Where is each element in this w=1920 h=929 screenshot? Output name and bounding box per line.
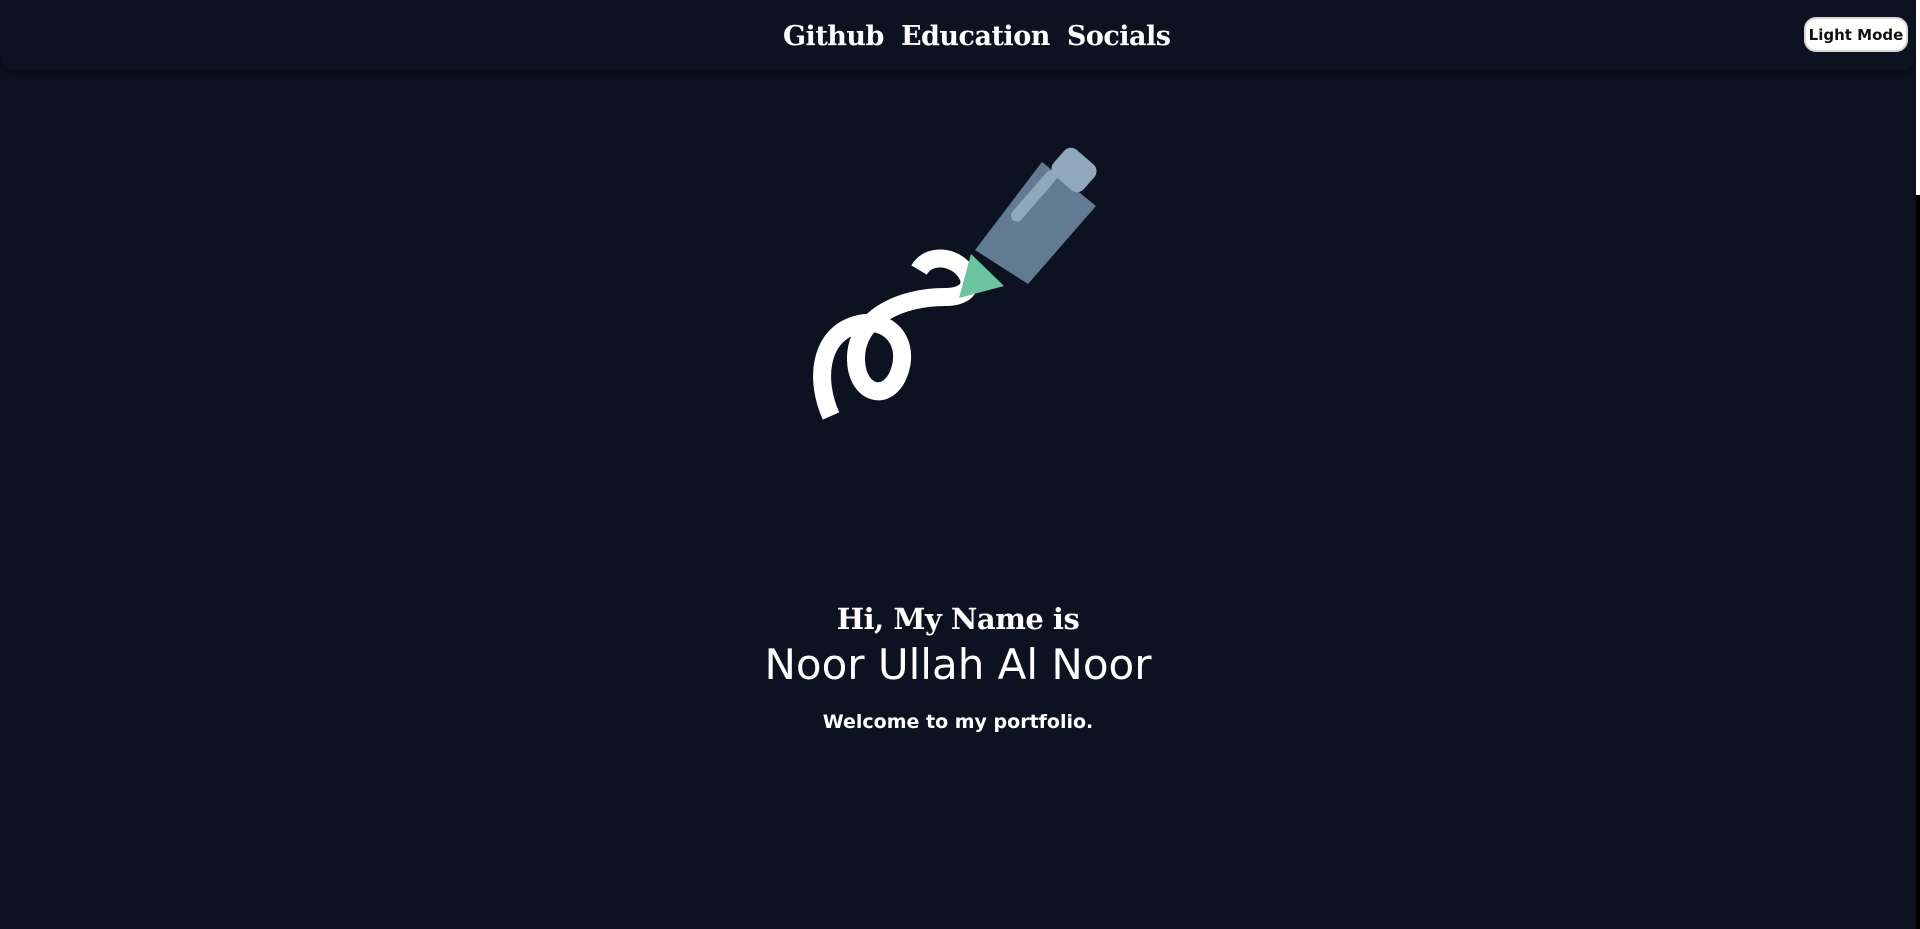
hero-name: Noor Ullah Al Noor	[764, 639, 1152, 689]
portfolio-page: Github Education Socials Light Mode Hi, …	[0, 0, 1920, 929]
scribble-stroke	[813, 249, 979, 420]
nav-socials-link[interactable]: Socials	[1067, 23, 1171, 50]
light-mode-toggle-button[interactable]: Light Mode	[1804, 17, 1908, 52]
hero-intro: Hi, My Name is Noor Ullah Al Noor Welcom…	[0, 602, 1916, 734]
hero-greeting: Hi, My Name is	[836, 602, 1080, 636]
pencil-icon	[959, 147, 1097, 298]
nav-education-link[interactable]: Education	[901, 23, 1050, 50]
nav-github-link[interactable]: Github	[783, 23, 884, 50]
scrollbar-thumb[interactable]	[1916, 0, 1920, 195]
hero-tagline: Welcome to my portfolio.	[822, 711, 1094, 734]
main-nav: Github Education Socials	[783, 14, 1171, 58]
pencil-scribble-illustration	[813, 147, 1097, 420]
top-navigation-bar: Github Education Socials Light Mode	[0, 0, 1916, 70]
